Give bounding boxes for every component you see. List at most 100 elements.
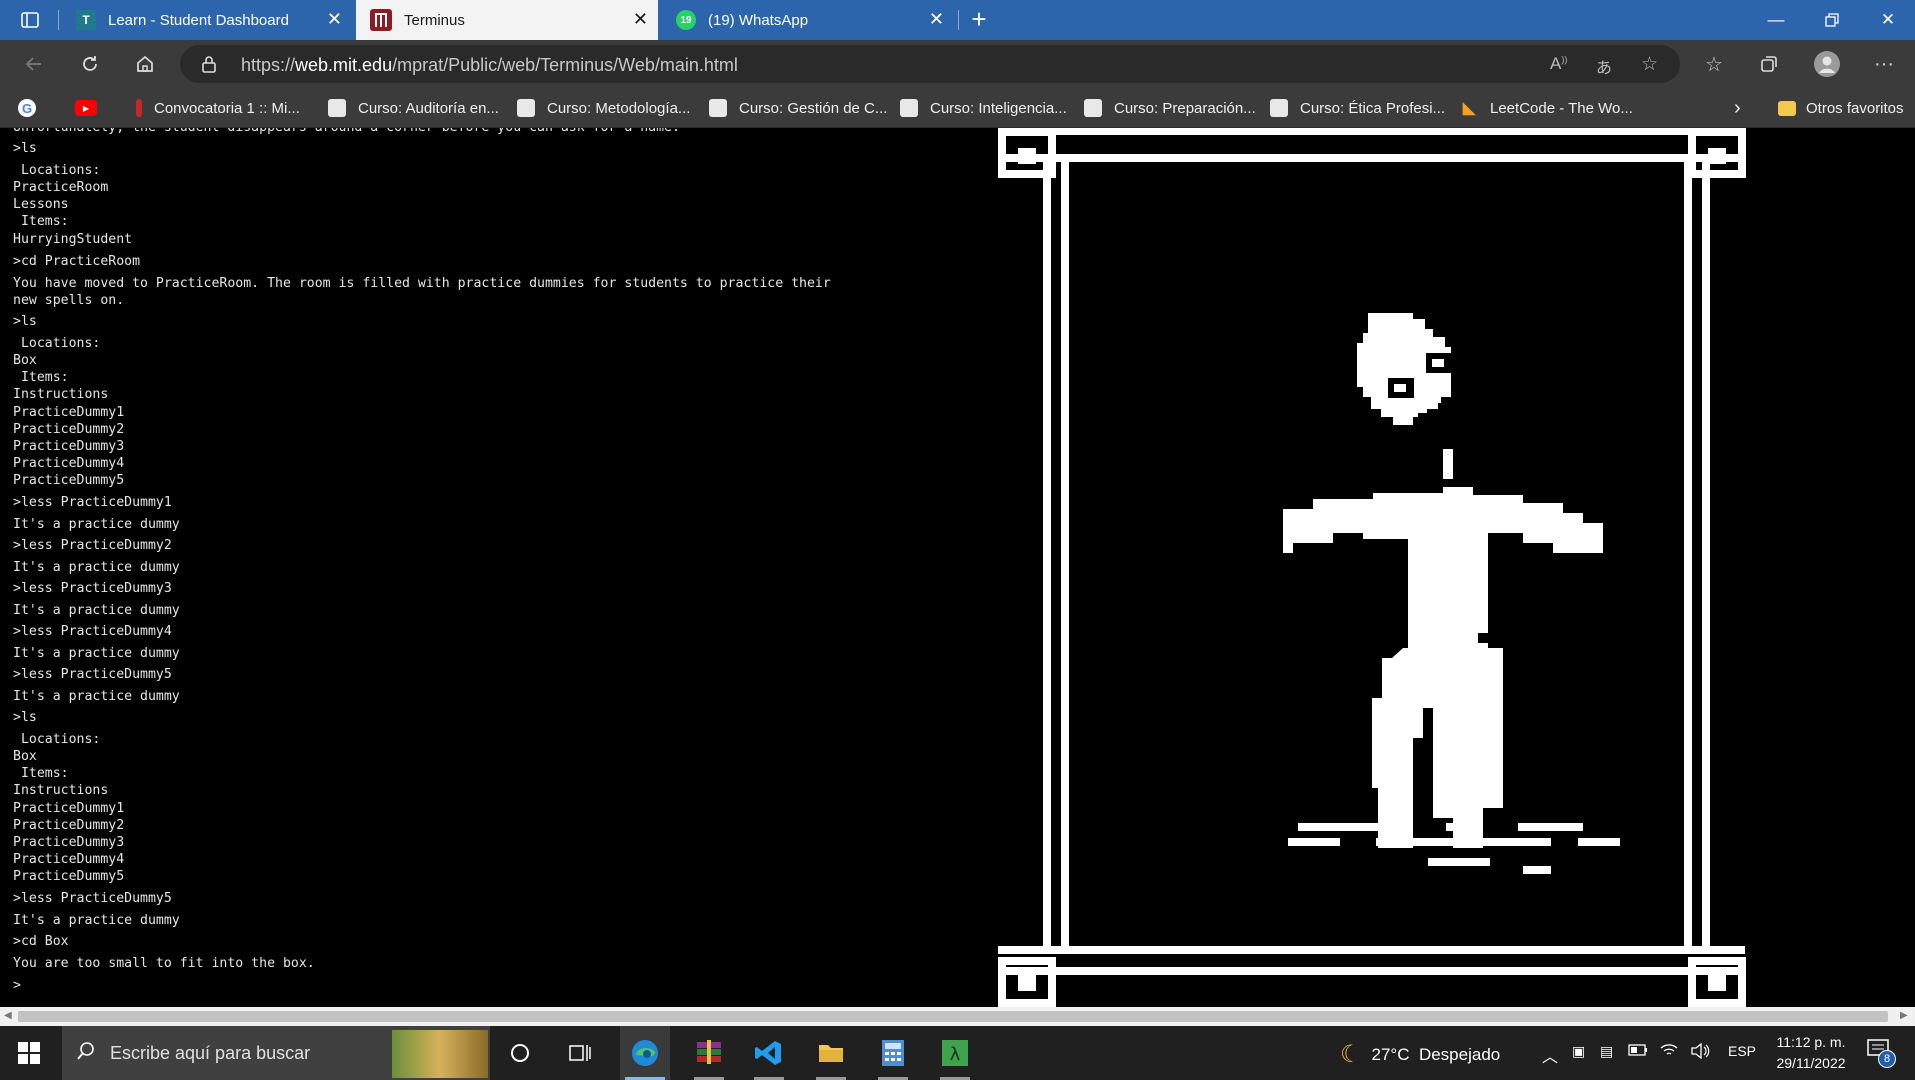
terminal-line: It's a practice dummy bbox=[13, 913, 180, 928]
edge-taskbar-icon[interactable] bbox=[620, 1026, 670, 1080]
home-button[interactable] bbox=[129, 48, 161, 80]
favorites-overflow-icon[interactable]: › bbox=[1734, 96, 1741, 120]
translate-icon[interactable]: あ bbox=[1596, 54, 1612, 78]
page-icon bbox=[136, 99, 142, 117]
language-indicator[interactable]: ESP bbox=[1728, 1043, 1756, 1059]
tab-whatsapp[interactable]: 19 (19) WhatsApp ✕ bbox=[662, 0, 954, 40]
winrar-taskbar-icon[interactable] bbox=[684, 1026, 734, 1080]
favorite-item[interactable]: Curso: Gestión de C... bbox=[709, 96, 887, 120]
tab-student-dashboard[interactable]: T Learn - Student Dashboard ✕ bbox=[62, 0, 352, 40]
address-bar[interactable]: https://web.mit.edu/mprat/Public/web/Ter… bbox=[180, 45, 1680, 83]
leetcode-icon: ◣ bbox=[1462, 100, 1476, 117]
whatsapp-icon: 19 bbox=[676, 10, 696, 30]
terminal-line: Items: bbox=[13, 766, 69, 781]
task-view-icon[interactable] bbox=[560, 1026, 600, 1080]
terminal-line: Items: bbox=[13, 370, 69, 385]
clock[interactable]: 11:12 p. m. 29/11/2022 bbox=[1768, 1032, 1854, 1074]
close-tab-icon[interactable]: ✕ bbox=[327, 9, 342, 29]
favorites-icon[interactable]: ☆ bbox=[1698, 48, 1730, 80]
terminal-line: Box bbox=[13, 353, 37, 368]
new-tab-button[interactable]: + bbox=[964, 4, 994, 34]
url-text[interactable]: https://web.mit.edu/mprat/Public/web/Ter… bbox=[241, 55, 738, 76]
scroll-right-arrow[interactable]: ▶ bbox=[1900, 1010, 1908, 1021]
taskbar: Escribe aquí para buscar λ ☾ 27°C Despej… bbox=[0, 1026, 1915, 1080]
favorite-item[interactable]: Curso: Ética Profesi... bbox=[1270, 96, 1445, 120]
terminal-line: It's a practice dummy bbox=[13, 603, 180, 618]
start-button[interactable] bbox=[0, 1026, 58, 1080]
wifi-icon[interactable] bbox=[1660, 1043, 1678, 1061]
other-favorites[interactable]: Otros favoritos bbox=[1778, 96, 1904, 120]
windows-icon bbox=[18, 1042, 40, 1064]
terminal-line: PracticeRoom bbox=[13, 180, 109, 195]
terminal-line: >ls bbox=[13, 710, 37, 725]
minimize-button[interactable]: — bbox=[1748, 0, 1804, 40]
terminal-line: Items: bbox=[13, 214, 69, 229]
settings-menu-icon[interactable]: ··· bbox=[1868, 48, 1900, 80]
favorite-item[interactable]: ◣ LeetCode - The Wo... bbox=[1460, 96, 1633, 120]
terminal-output[interactable]: Unfortunately, the student disappears ar… bbox=[0, 128, 998, 1007]
favorite-google[interactable]: G bbox=[18, 96, 48, 120]
taskbar-search[interactable]: Escribe aquí para buscar bbox=[62, 1026, 490, 1080]
scroll-left-arrow[interactable]: ◀ bbox=[4, 1010, 12, 1021]
restore-button[interactable] bbox=[1804, 0, 1860, 40]
profile-avatar[interactable] bbox=[1811, 48, 1843, 80]
terminal-line: Locations: bbox=[13, 732, 101, 747]
meet-now-icon[interactable]: ▣ bbox=[1572, 1043, 1585, 1060]
terminal-line: PracticeDummy4 bbox=[13, 852, 125, 867]
svg-text:λ: λ bbox=[950, 1044, 961, 1065]
terminal-line: >less PracticeDummy5 bbox=[13, 891, 172, 906]
favorite-item[interactable]: Curso: Auditoría en... bbox=[328, 96, 499, 120]
add-favorite-icon[interactable]: ☆ bbox=[1641, 53, 1658, 76]
course-icon bbox=[900, 99, 918, 117]
course-icon bbox=[1270, 99, 1288, 117]
device-icon[interactable]: ▤ bbox=[1600, 1043, 1613, 1060]
google-icon: G bbox=[18, 99, 36, 117]
back-button[interactable] bbox=[18, 48, 50, 80]
notification-badge: 8 bbox=[1878, 1050, 1896, 1068]
terminal-line: PracticeDummy1 bbox=[13, 801, 125, 816]
lambda-app-taskbar-icon[interactable]: λ bbox=[930, 1026, 980, 1080]
vscode-taskbar-icon[interactable] bbox=[744, 1026, 794, 1080]
close-tab-icon[interactable]: ✕ bbox=[633, 9, 648, 29]
tab-bar: T Learn - Student Dashboard ✕ Terminus ✕… bbox=[0, 0, 1915, 40]
collections-icon[interactable] bbox=[1753, 48, 1785, 80]
favorite-item[interactable]: Curso: Inteligencia... bbox=[900, 96, 1067, 120]
scrollbar-thumb[interactable] bbox=[18, 1011, 1888, 1022]
tab-terminus[interactable]: Terminus ✕ bbox=[356, 0, 658, 40]
terminal-line: Instructions bbox=[13, 783, 109, 798]
clock-time: 11:12 p. m. bbox=[1776, 1034, 1846, 1050]
notifications-button[interactable]: 8 bbox=[1866, 1038, 1896, 1068]
terminal-line: >less PracticeDummy5 bbox=[13, 667, 172, 682]
favorite-item[interactable]: Curso: Metodología... bbox=[517, 96, 690, 120]
search-icon bbox=[76, 1041, 96, 1065]
lock-icon[interactable] bbox=[200, 55, 218, 73]
horizontal-scrollbar[interactable]: ◀ ▶ bbox=[0, 1007, 1915, 1026]
read-aloud-icon[interactable]: A)) bbox=[1550, 54, 1567, 74]
battery-icon[interactable] bbox=[1628, 1043, 1648, 1060]
favorite-item[interactable]: Convocatoria 1 :: Mi... bbox=[136, 96, 300, 120]
refresh-button[interactable] bbox=[74, 48, 106, 80]
volume-icon[interactable] bbox=[1690, 1042, 1710, 1063]
tab-label: (19) WhatsApp bbox=[708, 11, 809, 29]
student-dashboard-icon: T bbox=[76, 10, 96, 30]
course-icon bbox=[517, 99, 535, 117]
terminal-line: It's a practice dummy bbox=[13, 517, 180, 532]
file-explorer-taskbar-icon[interactable] bbox=[806, 1026, 856, 1080]
weather-widget[interactable]: ☾ 27°C Despejado bbox=[1340, 1040, 1500, 1069]
calculator-taskbar-icon[interactable] bbox=[868, 1026, 918, 1080]
favorite-youtube[interactable]: ▶ bbox=[75, 96, 109, 120]
terminal-line: >less PracticeDummy1 bbox=[13, 495, 172, 510]
favorite-item[interactable]: Curso: Preparación... bbox=[1084, 96, 1256, 120]
close-window-button[interactable]: ✕ bbox=[1860, 0, 1915, 40]
cortana-icon[interactable] bbox=[500, 1026, 540, 1080]
terminal-line: It's a practice dummy bbox=[13, 560, 180, 575]
terminal-line: You have moved to PracticeRoom. The room… bbox=[13, 276, 831, 291]
show-hidden-icons[interactable]: ︿ bbox=[1542, 1043, 1558, 1067]
folder-icon bbox=[1778, 100, 1796, 116]
terminal-line: >less PracticeDummy2 bbox=[13, 538, 172, 553]
tab-actions-icon[interactable] bbox=[20, 10, 40, 30]
close-tab-icon[interactable]: ✕ bbox=[929, 9, 944, 29]
clock-date: 29/11/2022 bbox=[1776, 1055, 1846, 1071]
course-icon bbox=[1084, 99, 1102, 117]
terminal-line: >cd Box bbox=[13, 934, 69, 949]
